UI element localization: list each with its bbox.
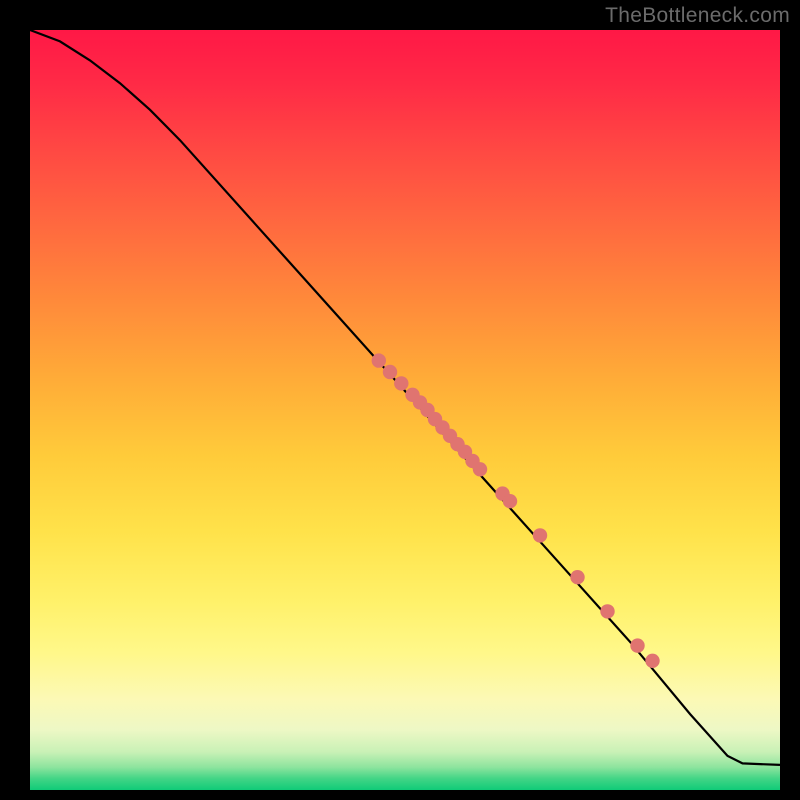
data-point <box>630 638 644 652</box>
data-point <box>383 365 397 379</box>
data-point <box>533 528 547 542</box>
chart-data-points <box>372 353 660 668</box>
attribution-text: TheBottleneck.com <box>605 4 790 28</box>
chart-plot-area <box>30 30 780 790</box>
data-point <box>645 654 659 668</box>
data-point <box>473 462 487 476</box>
data-point <box>600 604 614 618</box>
data-point <box>372 353 386 367</box>
data-point <box>503 494 517 508</box>
data-point <box>570 570 584 584</box>
chart-svg <box>30 30 780 790</box>
data-point <box>394 376 408 390</box>
chart-curve-line <box>30 30 780 765</box>
